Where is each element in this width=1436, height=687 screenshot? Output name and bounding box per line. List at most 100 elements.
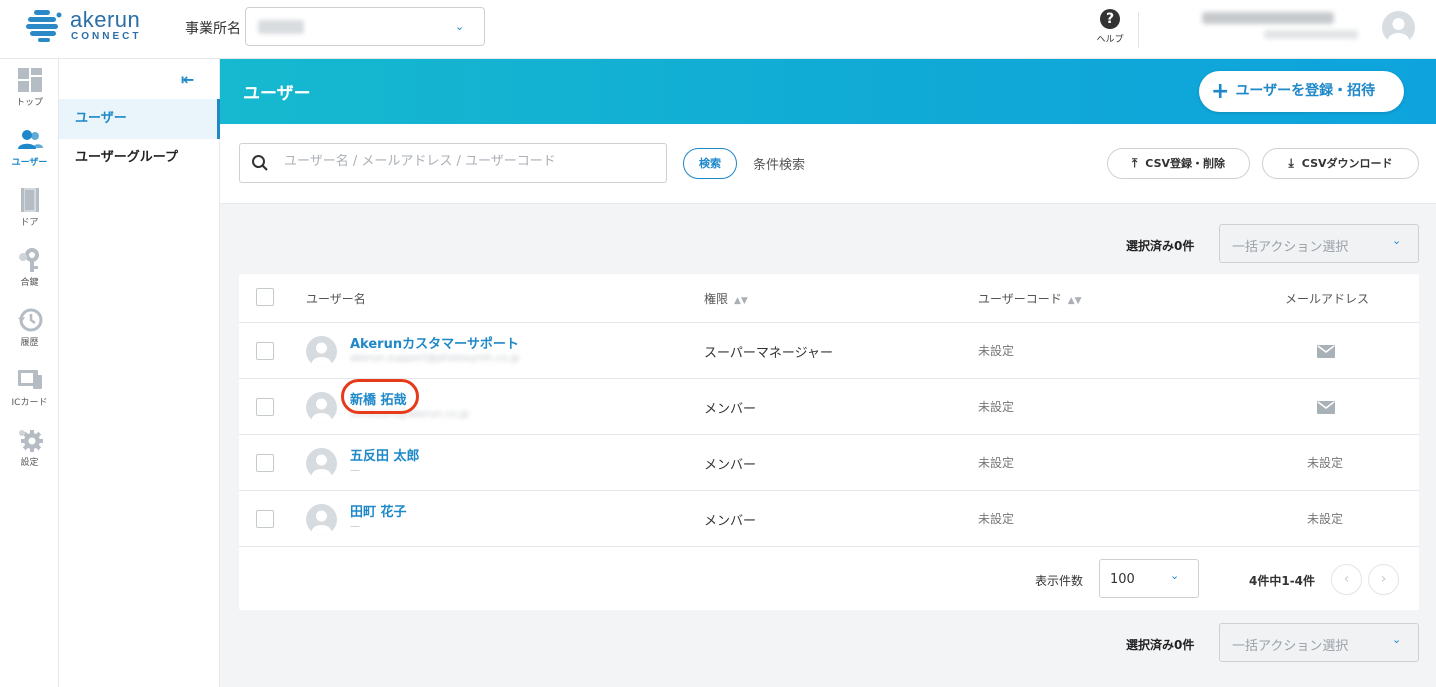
table-row: 新橋 拓哉 shinbashi@akerun.co.jp メンバー 未設定 [239,379,1419,435]
account-name-redacted[interactable] [1202,12,1334,24]
upload-icon: ⤒ [1131,156,1138,170]
avatar [306,336,337,367]
row-checkbox[interactable] [256,454,274,472]
user-code: 未設定 [978,344,1015,358]
user-role: メンバー [704,402,757,417]
nav-item-top[interactable]: トップ [0,67,59,108]
office-select[interactable]: ⌄ [245,7,485,46]
avatar-icon [311,342,332,367]
avatar [306,504,337,535]
invite-user-label: ユーザーを登録・招待 [1235,83,1376,99]
nav-label: 履歴 [20,338,39,348]
top-bar: akerun CONNECT 事業所名 ⌄ ? ヘルプ [0,0,1436,59]
nav-label: 設定 [20,458,39,468]
search-icon [252,155,268,171]
column-header-name: ユーザー名 [306,292,366,306]
subnav-item-users[interactable]: ユーザー [59,99,220,139]
header-divider [1138,12,1139,48]
chevron-down-icon: ⌄ [1392,234,1402,247]
column-header-code[interactable]: ユーザーコード ▲▼ [978,290,1082,307]
chevron-left-icon: ‹ [1343,571,1350,587]
subnav-item-user-groups[interactable]: ユーザーグループ [59,138,220,178]
table-row: Akerunカスタマーサポート akerun.support@photosynt… [239,323,1419,379]
gear-icon [17,427,43,453]
csv-download-button[interactable]: ⤓ CSVダウンロード [1262,148,1419,179]
nav-item-users[interactable]: ユーザー [0,127,59,168]
door-icon [17,187,43,213]
sort-icon: ▲▼ [1067,296,1082,306]
user-email: 未設定 [1307,512,1344,526]
user-code: 未設定 [978,456,1015,470]
chevron-down-icon: ⌄ [455,20,465,33]
user-role: メンバー [704,514,757,529]
selected-count-bottom: 選択済み0件 [1126,638,1195,652]
nav-label: 合鍵 [20,278,39,288]
per-page-label: 表示件数 [1035,574,1084,588]
prev-page-button[interactable]: ‹ [1331,564,1362,595]
column-header-role-label: 権限 [704,292,729,306]
nav-label: ユーザー [11,158,48,168]
search-field[interactable] [239,143,667,183]
nav-item-key[interactable]: 合鍵 [0,247,59,288]
invite-user-button[interactable]: + ユーザーを登録・招待 [1199,71,1404,112]
page-banner: ユーザー + ユーザーを登録・招待 [220,59,1436,124]
csv-register-button[interactable]: ⤒ CSV登録・削除 [1107,148,1250,179]
csv-register-label: CSV登録・削除 [1145,157,1226,170]
avatar [306,448,337,479]
avatar-icon [1387,18,1410,44]
akerun-logo[interactable]: akerun CONNECT [26,7,151,43]
avatar-icon [311,510,332,535]
akerun-logo-mark [26,10,62,42]
nav-item-history[interactable]: 履歴 [0,307,59,348]
row-checkbox[interactable] [256,398,274,416]
user-email-sub: — [350,521,360,532]
bulk-action-select-bottom[interactable]: 一括アクション選択 ⌄ [1219,623,1419,662]
nav-item-ic-card[interactable]: ICカード [0,367,59,408]
avatar [306,392,337,423]
row-checkbox[interactable] [256,510,274,528]
avatar-icon [311,454,332,479]
collapse-sidebar-icon[interactable]: ⇤ [181,70,194,89]
advanced-search-link[interactable]: 条件検索 [753,154,805,173]
user-email-sub: — [350,465,360,476]
chevron-right-icon: › [1380,571,1387,587]
left-nav: トップ ユーザー ドア 合鍵 履歴 ICカード 設定 [0,59,59,687]
help-button[interactable]: ? ヘルプ [1094,9,1126,45]
search-button[interactable]: 検索 [683,148,737,179]
row-checkbox[interactable] [256,342,274,360]
column-header-role[interactable]: 権限 ▲▼ [704,290,748,307]
account-avatar[interactable] [1382,11,1415,44]
plus-icon: + [1211,79,1230,104]
office-name-redacted [258,20,304,34]
user-name-link[interactable]: Akerunカスタマーサポート [350,333,519,352]
mail-icon[interactable] [1317,345,1335,358]
next-page-button[interactable]: › [1368,564,1399,595]
nav-item-settings[interactable]: 設定 [0,427,59,468]
avatar-icon [311,398,332,423]
select-all-checkbox[interactable] [256,288,274,306]
per-page-select[interactable]: 100 ⌄ [1099,559,1199,598]
search-input[interactable] [284,154,654,169]
user-role: メンバー [704,458,757,473]
column-header-email: メールアドレス [1285,292,1370,306]
key-icon [17,247,43,273]
ic-card-icon [17,367,43,393]
account-email-redacted [1264,30,1358,39]
help-icon: ? [1100,9,1120,29]
chevron-down-icon: ⌄ [1170,569,1180,582]
pagination-count: 4件中1-4件 [1249,574,1316,588]
bulk-action-select-top[interactable]: 一括アクション選択 ⌄ [1219,224,1419,263]
table-row: 田町 花子 — メンバー 未設定 未設定 [239,491,1419,547]
nav-label: ICカード [11,398,48,408]
user-code: 未設定 [978,400,1015,414]
mail-icon[interactable] [1317,401,1335,414]
nav-item-door[interactable]: ドア [0,187,59,228]
office-label: 事業所名 [185,21,241,37]
user-email-sub: akerun.support@photosynth.co.jp [350,353,520,364]
user-email: 未設定 [1307,456,1344,470]
user-name-link[interactable]: 田町 花子 [350,501,407,520]
sub-nav: ⇤ ユーザー ユーザーグループ [59,59,220,687]
page-title: ユーザー [243,84,311,104]
user-code: 未設定 [978,512,1015,526]
user-name-link[interactable]: 五反田 太郎 [350,445,420,464]
